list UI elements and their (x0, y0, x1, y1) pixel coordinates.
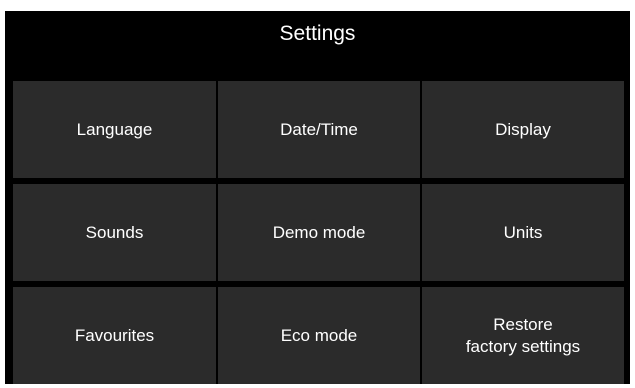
menu-item-date-time[interactable]: Date/Time (218, 81, 420, 178)
menu-item-label: Restore factory settings (465, 314, 581, 356)
menu-item-display[interactable]: Display (422, 81, 624, 178)
menu-item-demo-mode[interactable]: Demo mode (218, 184, 420, 281)
menu-item-sounds[interactable]: Sounds (13, 184, 216, 281)
menu-item-label: Demo mode (272, 222, 366, 242)
menu-item-language[interactable]: Language (13, 81, 216, 178)
settings-screen: Settings Language Date/Time Display Soun… (5, 11, 630, 384)
menu-item-label: Display (495, 119, 551, 139)
menu-item-favourites[interactable]: Favourites (13, 287, 216, 384)
menu-item-restore-factory-settings[interactable]: Restore factory settings (422, 287, 624, 384)
menu-item-label: Date/Time (280, 119, 358, 139)
menu-item-label: Sounds (85, 222, 144, 242)
menu-item-label: Favourites (74, 325, 155, 345)
menu-item-label: Language (76, 119, 153, 139)
menu-item-eco-mode[interactable]: Eco mode (218, 287, 420, 384)
settings-menu-grid: Language Date/Time Display Sounds Demo m… (13, 81, 624, 384)
menu-item-label: Eco mode (280, 325, 358, 345)
menu-item-label: Units (503, 222, 543, 242)
menu-item-units[interactable]: Units (422, 184, 624, 281)
page-title: Settings (279, 22, 356, 45)
